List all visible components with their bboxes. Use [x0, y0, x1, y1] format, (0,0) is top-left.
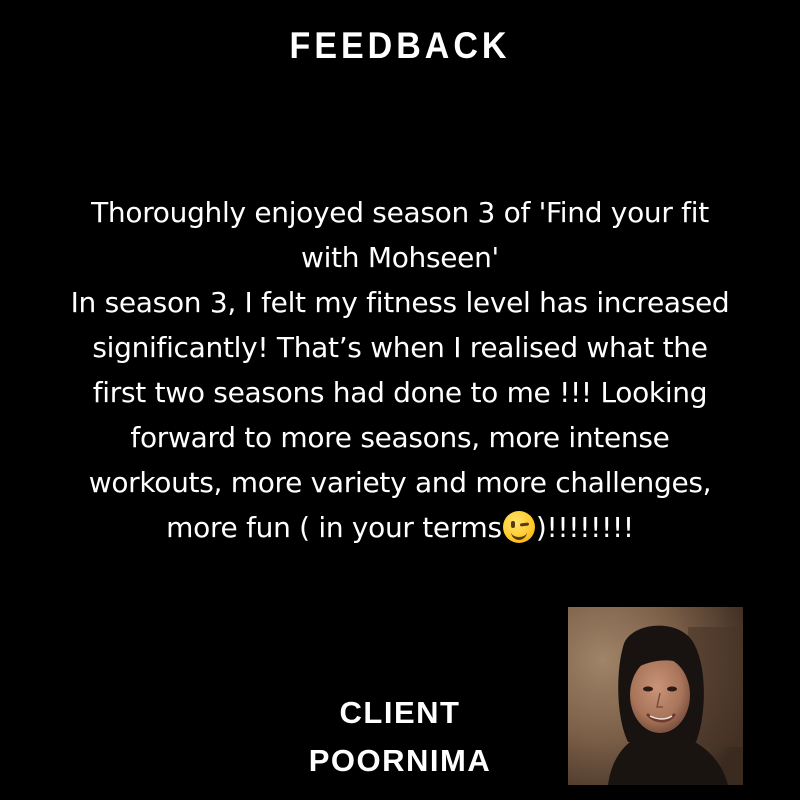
testimonial-line: In season 3, I felt my fitness level has…	[70, 286, 730, 319]
testimonial-text: Thoroughly enjoyed season 3 of 'Find you…	[30, 190, 770, 550]
page-title: FEEDBACK	[289, 25, 511, 67]
testimonial-line-end: )!!!!!!!!	[535, 511, 634, 544]
testimonial-line: Thoroughly enjoyed season 3 of 'Find you…	[91, 196, 709, 229]
testimonial-line: forward to more seasons, more intense	[130, 421, 670, 454]
testimonial-line: significantly! That’s when I realised wh…	[92, 331, 708, 364]
testimonial-last-line: more fun ( in your terms)!!!!!!!!	[30, 505, 770, 550]
client-role: CLIENT	[339, 695, 461, 730]
client-name: POORNIMA	[308, 743, 492, 778]
testimonial-line: first two seasons had done to me !!! Loo…	[92, 376, 708, 409]
testimonial-line: workouts, more variety and more challeng…	[88, 466, 712, 499]
testimonial-line: with Mohseen'	[301, 241, 499, 274]
winking-face-icon	[502, 511, 535, 543]
client-photo	[568, 607, 743, 785]
client-portrait-image	[568, 607, 743, 785]
testimonial-line-start: more fun ( in your terms	[166, 511, 502, 544]
